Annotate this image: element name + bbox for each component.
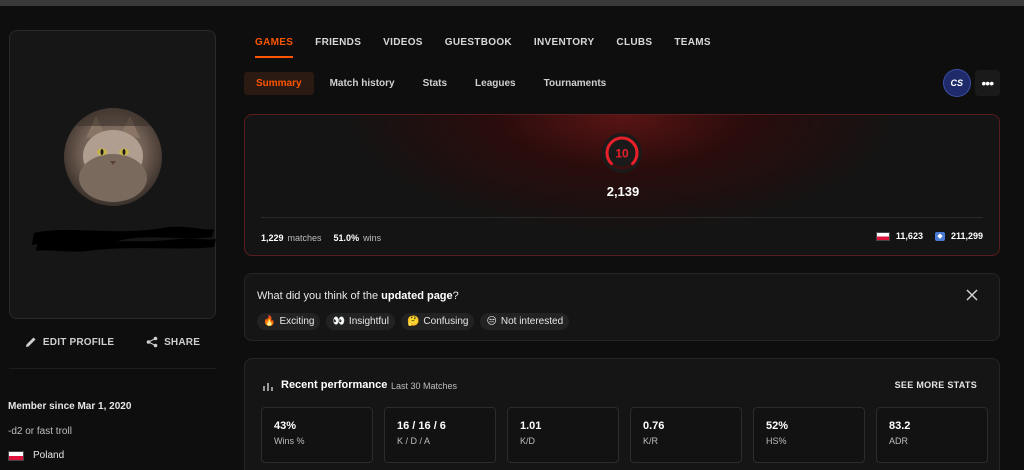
stat-boxes: 43% Wins % 16 / 16 / 6 K / D / A 1.01 K/D 0…: [261, 407, 988, 463]
edit-profile-button[interactable]: EDIT PROFILE: [25, 336, 114, 348]
tab-teams[interactable]: TEAMS: [674, 37, 711, 58]
country-rank-value: 11,623: [895, 231, 923, 241]
subtab-summary[interactable]: Summary: [244, 72, 314, 95]
elo-card: 10 2,139 1,229 matches 51.0% wins 11,623 ◆…: [244, 114, 1000, 256]
stat-value: 83.2: [889, 420, 911, 432]
global-ranking[interactable]: ◆ 211,299: [934, 231, 983, 241]
stat-box-kda: 16 / 16 / 6 K / D / A: [384, 407, 496, 463]
stat-label: Wins %: [274, 436, 305, 446]
skill-level-icon: 10: [602, 133, 642, 173]
country-ranking[interactable]: 11,623: [875, 231, 923, 241]
avatar: [64, 108, 162, 206]
window-top-bar: [0, 0, 1024, 6]
bar-chart-icon: [263, 383, 273, 391]
more-options-button[interactable]: •••: [974, 70, 1000, 96]
edit-profile-label: EDIT PROFILE: [42, 336, 115, 348]
stat-label: K/D: [520, 436, 536, 446]
member-since: Member since Mar 1, 2020: [8, 401, 132, 412]
game-tools: CS •••: [943, 68, 1000, 98]
feedback-option-confusing[interactable]: 🤔 Confusing: [400, 313, 475, 330]
stat-box-adr: 83.2 ADR: [876, 407, 988, 463]
feedback-card: What did you think of the updated page? …: [244, 273, 1000, 341]
subtab-stats[interactable]: Stats: [411, 72, 459, 95]
feedback-option-insightful[interactable]: 👀 Insightful: [326, 313, 395, 330]
tab-videos[interactable]: VIDEOS: [383, 37, 423, 58]
profile-actions: EDIT PROFILE SHARE: [9, 330, 216, 354]
feedback-question-prefix: What did you think of the: [257, 290, 382, 302]
elo-summary-stats: 1,229 matches 51.0% wins: [261, 233, 381, 243]
wins-value: 51.0%: [333, 233, 360, 243]
stat-label: K / D / A: [397, 436, 431, 446]
poland-flag-icon: [8, 450, 24, 461]
tab-clubs[interactable]: CLUBS: [616, 37, 652, 58]
stat-box-hs: 52% HS%: [753, 407, 865, 463]
see-more-stats-link[interactable]: SEE MORE STATS: [895, 380, 977, 390]
feedback-options: 🔥 Exciting 👀 Insightful 🤔 Confusing 😒 Not in…: [257, 313, 570, 330]
feedback-option-exciting[interactable]: 🔥 Exciting: [257, 313, 321, 330]
close-icon[interactable]: [965, 288, 979, 302]
cs-game-badge[interactable]: CS: [943, 69, 971, 97]
matches-label: matches: [287, 233, 322, 243]
subtab-tournaments[interactable]: Tournaments: [532, 72, 619, 95]
stat-value: 0.76: [643, 420, 665, 432]
matches-value: 1,229: [261, 233, 284, 243]
thinking-face-icon: 🤔: [406, 316, 420, 327]
redacted-username: [32, 226, 216, 252]
left-divider: [9, 368, 216, 369]
stat-value: 52%: [766, 420, 789, 432]
sub-tabs: Summary Match history Stats Leagues Tour…: [244, 72, 618, 95]
pencil-icon: [25, 337, 36, 347]
profile-country: Poland: [8, 450, 64, 461]
poland-flag-icon: [875, 231, 890, 241]
stat-label: ADR: [889, 436, 909, 446]
tab-games[interactable]: GAMES: [255, 37, 294, 58]
skill-level-value: 10: [615, 147, 629, 161]
profile-bio: -d2 or fast troll: [8, 426, 72, 437]
recent-performance-card: Recent performance Last 30 Matches SEE M…: [244, 358, 1000, 470]
profile-card: [9, 30, 216, 319]
stat-value: 1.01: [520, 420, 542, 432]
unamused-face-icon: 😒: [486, 316, 497, 327]
stat-box-wins: 43% Wins %: [261, 407, 373, 463]
feedback-option-not-interested[interactable]: 😒 Not interested: [480, 313, 570, 330]
eyes-icon: 👀: [332, 316, 345, 327]
feedback-option-label: Confusing: [423, 316, 469, 327]
elo-divider: [261, 217, 983, 218]
matches-stat: 1,229 matches: [261, 233, 322, 243]
performance-title: Recent performance: [281, 379, 388, 391]
elo-value: 2,139: [606, 184, 640, 199]
share-label: SHARE: [164, 336, 201, 348]
global-rank-value: 211,299: [950, 231, 983, 241]
feedback-question-bold: updated page: [381, 290, 453, 302]
globe-icon: ◆: [934, 231, 945, 241]
stat-label: HS%: [766, 436, 787, 446]
feedback-option-label: Exciting: [279, 316, 315, 327]
stat-label: K/R: [643, 436, 659, 446]
feedback-option-label: Insightful: [348, 316, 389, 327]
feedback-question: What did you think of the updated page?: [257, 290, 459, 302]
ranking-stats: 11,623 ◆ 211,299: [875, 231, 983, 241]
subtab-match-history[interactable]: Match history: [318, 72, 407, 95]
fire-icon: 🔥: [263, 316, 276, 327]
share-button[interactable]: SHARE: [146, 336, 200, 348]
share-icon: [146, 336, 158, 348]
wins-stat: 51.0% wins: [334, 233, 382, 243]
main-tabs: GAMES FRIENDS VIDEOS GUESTBOOK INVENTORY…: [255, 37, 711, 58]
stat-value: 16 / 16 / 6: [397, 420, 446, 432]
stat-box-kr: 0.76 K/R: [630, 407, 742, 463]
stat-box-kd: 1.01 K/D: [507, 407, 619, 463]
tab-guestbook[interactable]: GUESTBOOK: [445, 37, 512, 58]
cat-avatar-image: [64, 108, 162, 202]
country-name: Poland: [33, 450, 65, 461]
wins-label: wins: [363, 233, 382, 243]
feedback-question-suffix: ?: [452, 290, 459, 302]
performance-subtitle: Last 30 Matches: [391, 381, 458, 391]
tab-inventory[interactable]: INVENTORY: [534, 37, 595, 58]
feedback-option-label: Not interested: [500, 316, 564, 327]
stat-value: 43%: [274, 420, 297, 432]
subtab-leagues[interactable]: Leagues: [463, 72, 528, 95]
tab-friends[interactable]: FRIENDS: [315, 37, 361, 58]
